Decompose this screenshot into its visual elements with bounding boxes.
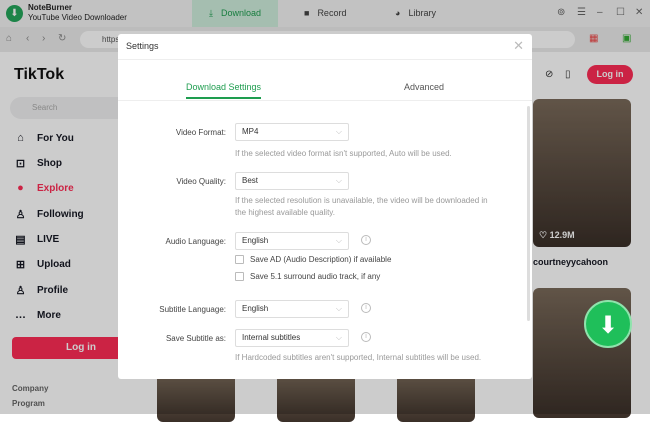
tab-download-settings[interactable]: Download Settings <box>186 82 262 99</box>
scrollbar[interactable] <box>527 106 530 321</box>
chevron-down-icon: ⌵ <box>335 176 342 185</box>
settings-tabs: Download Settings Advanced <box>118 60 532 101</box>
dialog-title: Settings <box>118 34 532 60</box>
settings-dialog: Settings ✕ Download Settings Advanced Vi… <box>118 34 532 379</box>
audio-language-select[interactable]: English ⌵ <box>235 232 349 250</box>
chevron-down-icon: ⌵ <box>335 236 342 245</box>
save-surround-checkbox[interactable]: Save 5.1 surround audio track, if any <box>235 272 380 281</box>
chevron-down-icon: ⌵ <box>335 333 342 342</box>
video-quality-select[interactable]: Best ⌵ <box>235 172 349 190</box>
save-subtitle-select[interactable]: Internal subtitles ⌵ <box>235 329 349 347</box>
download-video-button[interactable]: ⬇ <box>584 300 632 348</box>
close-icon[interactable]: ✕ <box>513 38 524 54</box>
chevron-down-icon: ⌵ <box>335 127 342 136</box>
info-icon[interactable]: i <box>361 235 371 245</box>
info-icon[interactable]: i <box>361 332 371 342</box>
tab-advanced[interactable]: Advanced <box>404 82 444 92</box>
chevron-down-icon: ⌵ <box>335 304 342 313</box>
subtitle-language-select[interactable]: English ⌵ <box>235 300 349 318</box>
video-format-select[interactable]: MP4 ⌵ <box>235 123 349 141</box>
download-arrow-icon: ⬇ <box>597 312 619 339</box>
info-icon[interactable]: i <box>361 303 371 313</box>
save-ad-checkbox[interactable]: Save AD (Audio Description) if available <box>235 255 391 264</box>
